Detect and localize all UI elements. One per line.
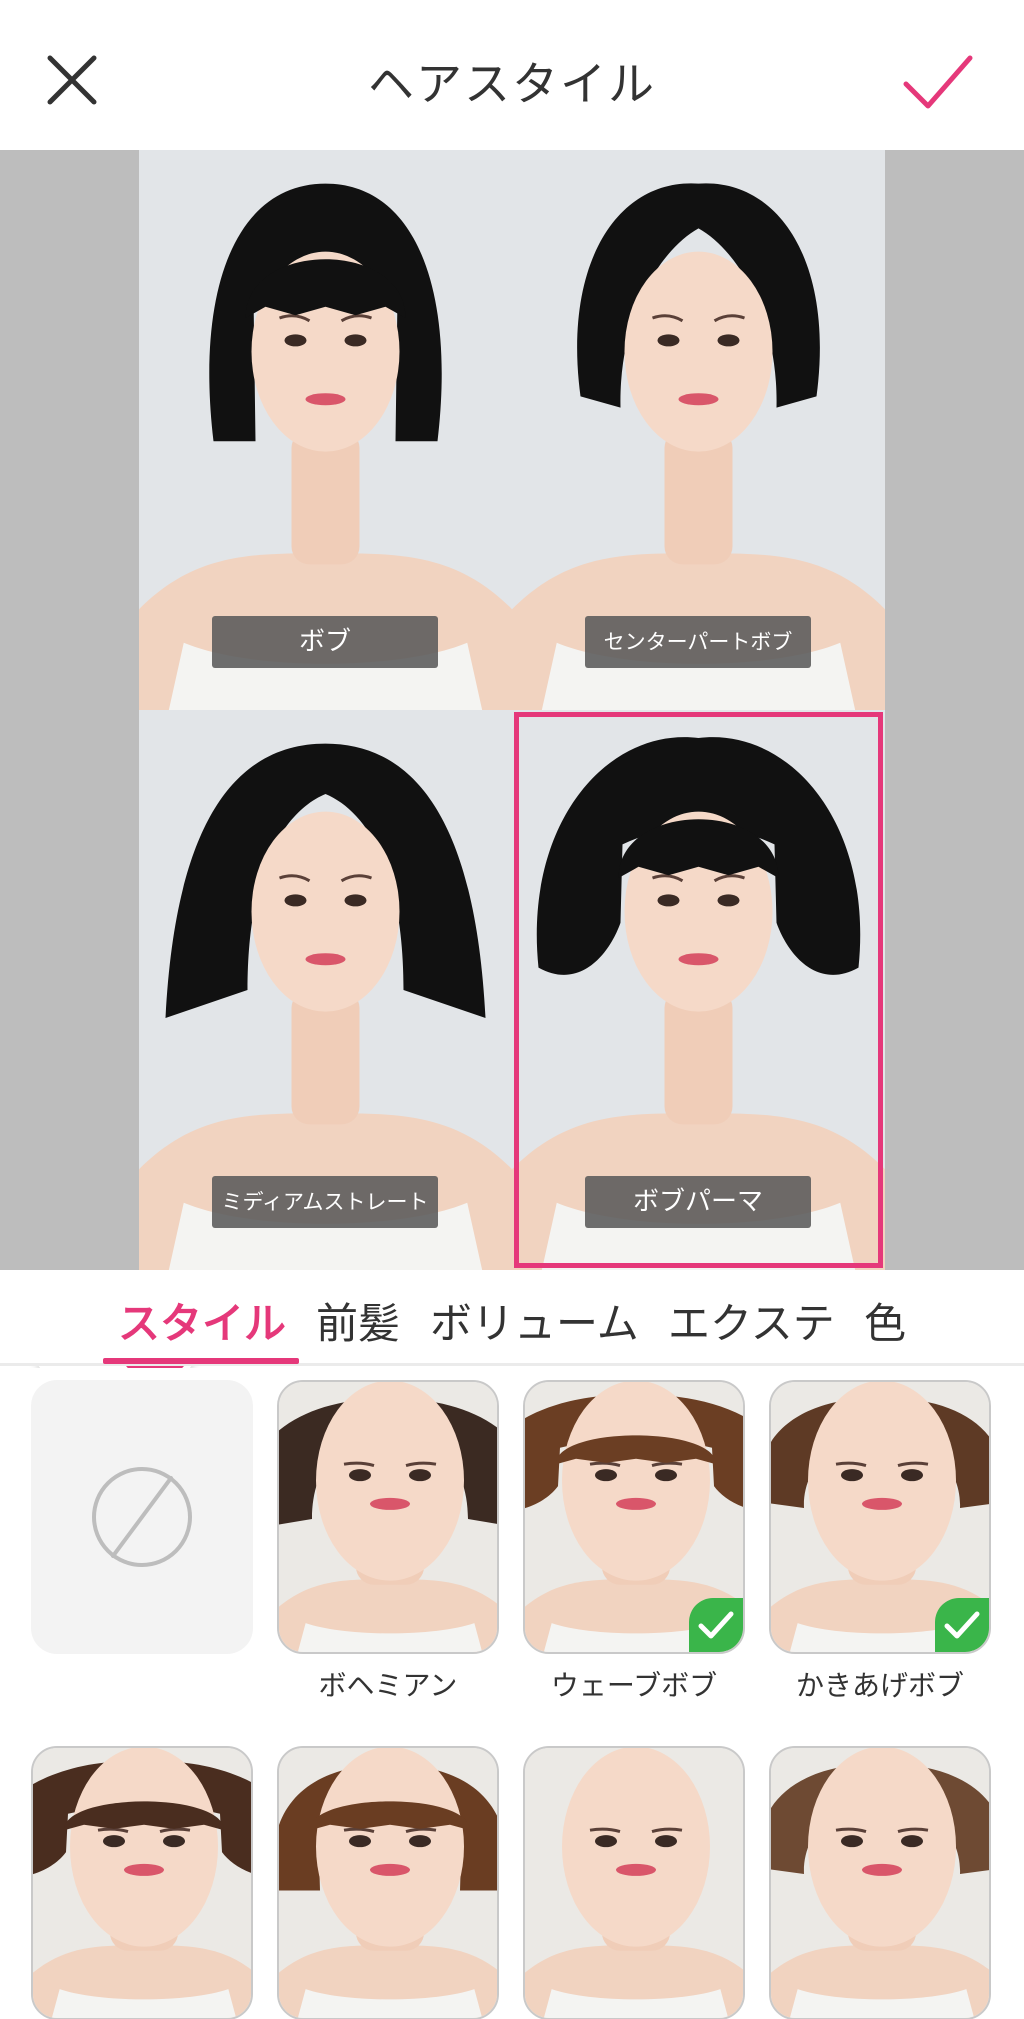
category-tabs: スタイル 前髪 ボリューム エクステ 色 xyxy=(0,1272,1024,1366)
option-curly-short xyxy=(31,1746,253,2019)
checkmark-icon xyxy=(903,55,973,109)
option-short-layer xyxy=(277,1746,499,2019)
preview-grid: ボブ センターパートボブ ミディアムストレート ボブパーマ xyxy=(139,150,885,1270)
option-thumb[interactable] xyxy=(769,1746,991,2019)
check-icon xyxy=(698,1611,734,1639)
option-thumb[interactable] xyxy=(277,1380,499,1654)
option-none xyxy=(31,1380,253,1654)
none-icon xyxy=(92,1467,192,1567)
portrait-image xyxy=(525,1748,743,2018)
style-options: ボヘミアン ウェーブボブ かきあげボブ xyxy=(0,1368,1024,2019)
option-bald xyxy=(523,1746,745,2019)
option-bohemian: ボヘミアン xyxy=(277,1380,499,1704)
style-name-label: ボブ xyxy=(212,616,438,668)
check-icon xyxy=(944,1611,980,1639)
check-badge xyxy=(935,1598,989,1652)
tab-volume[interactable]: ボリューム xyxy=(430,1290,639,1351)
active-tab-indicator xyxy=(103,1358,299,1364)
check-badge xyxy=(689,1598,743,1652)
preview-cell-bob[interactable]: ボブ xyxy=(139,150,512,710)
portrait-image xyxy=(33,1748,251,2018)
option-swept-bob: かきあげボブ xyxy=(769,1380,991,1704)
option-thumb[interactable] xyxy=(523,1380,745,1654)
option-thumb[interactable] xyxy=(31,1746,253,2019)
preview-cell-center-part-bob[interactable]: センターパートボブ xyxy=(512,150,885,710)
portrait-image xyxy=(279,1382,497,1652)
style-name-label: ミディアムストレート xyxy=(212,1176,438,1228)
option-label: ウェーブボブ xyxy=(550,1669,718,1702)
option-headband-updo xyxy=(769,1746,991,2019)
page-title: ヘアスタイル xyxy=(368,57,656,111)
option-thumb[interactable] xyxy=(277,1746,499,2019)
option-label: ボヘミアン xyxy=(318,1669,458,1702)
tab-extensions[interactable]: エクステ xyxy=(668,1290,835,1351)
tab-style[interactable]: スタイル xyxy=(118,1290,286,1351)
option-wave-bob: ウェーブボブ xyxy=(523,1380,745,1704)
confirm-button[interactable] xyxy=(900,50,976,114)
top-bar: ヘアスタイル xyxy=(0,0,1024,150)
preview-cell-bob-perm[interactable]: ボブパーマ xyxy=(512,710,885,1270)
tab-bangs[interactable]: 前髪 xyxy=(316,1290,400,1351)
tab-color[interactable]: 色 xyxy=(864,1290,906,1351)
option-none-thumb[interactable] xyxy=(31,1380,253,1654)
option-thumb[interactable] xyxy=(523,1746,745,2019)
option-label: かきあげボブ xyxy=(795,1669,964,1702)
portrait-image xyxy=(279,1748,497,2018)
portrait-image xyxy=(771,1748,989,2018)
option-thumb[interactable] xyxy=(769,1380,991,1654)
style-name-label: ボブパーマ xyxy=(585,1176,811,1228)
preview-cell-medium-straight[interactable]: ミディアムストレート xyxy=(139,710,512,1270)
style-name-label: センターパートボブ xyxy=(585,616,811,668)
hairstyle-preview: ボブ センターパートボブ ミディアムストレート ボブパーマ xyxy=(0,150,1024,1386)
